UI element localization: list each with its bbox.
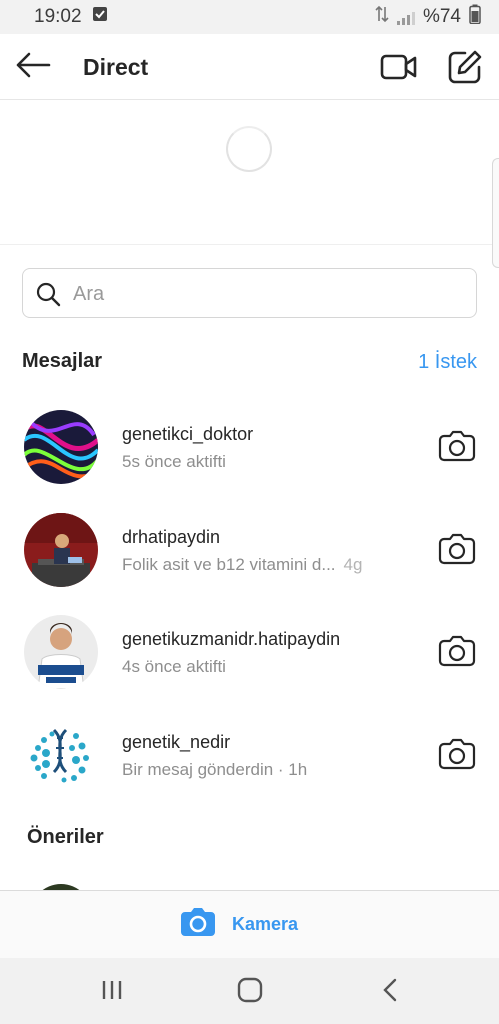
- check-notification-icon: [92, 6, 108, 28]
- data-transfer-icon: [375, 5, 389, 29]
- system-back-button[interactable]: [378, 977, 402, 1003]
- camera-icon: [438, 635, 476, 671]
- camera-filled-icon: [180, 907, 216, 942]
- search-box[interactable]: [22, 268, 477, 318]
- compose-button[interactable]: [446, 48, 484, 86]
- camera-bar: Kamera: [0, 890, 499, 958]
- scroll-handle[interactable]: [492, 158, 499, 268]
- camera-button[interactable]: [438, 738, 476, 770]
- compose-icon: [446, 50, 484, 90]
- thread-subtitle: Bir mesaj gönderdin · 1h: [122, 760, 308, 779]
- requests-link[interactable]: 1 İstek: [418, 351, 477, 374]
- avatar: [24, 513, 98, 587]
- status-left: 19:02: [34, 6, 108, 28]
- camera-button[interactable]: [438, 430, 476, 462]
- status-right: %74: [375, 4, 481, 30]
- video-call-button[interactable]: [380, 51, 418, 83]
- status-time: 19:02: [34, 6, 82, 27]
- recent-apps-button[interactable]: [100, 978, 124, 1002]
- thread-subtitle: Folik asit ve b12 vitamini d... 4g: [122, 555, 363, 574]
- camera-bar-button[interactable]: Kamera: [180, 907, 298, 942]
- thread-row[interactable]: genetikci_doktor 5s önce aktifti: [0, 402, 499, 502]
- thread-row[interactable]: genetik_nedir Bir mesaj gönderdin · 1h: [0, 710, 499, 810]
- camera-icon: [438, 430, 476, 466]
- messages-heading: Mesajlar: [22, 350, 103, 372]
- loading-area: [0, 100, 499, 245]
- camera-bar-label: Kamera: [232, 914, 299, 934]
- loading-spinner-icon: [226, 126, 272, 172]
- home-icon: [236, 977, 264, 1008]
- thread-username: genetikci_doktor: [122, 424, 254, 444]
- chevron-left-icon: [378, 978, 402, 1007]
- thread-username: genetikuzmanidr.hatipaydin: [122, 629, 341, 649]
- back-arrow-icon: [15, 51, 51, 84]
- page-title: Direct: [83, 54, 149, 80]
- system-nav-bar: [0, 958, 499, 1024]
- home-button[interactable]: [236, 976, 264, 1004]
- camera-icon: [438, 738, 476, 774]
- battery-icon: [469, 4, 481, 30]
- thread-subtitle: 5s önce aktifti: [122, 452, 226, 471]
- back-button[interactable]: [14, 49, 52, 85]
- search-icon: [35, 281, 61, 307]
- app-header: Direct: [0, 34, 499, 100]
- camera-button[interactable]: [438, 635, 476, 667]
- thread-row[interactable]: drhatipaydin Folik asit ve b12 vitamini …: [0, 505, 499, 605]
- avatar: [24, 615, 98, 689]
- suggestions-heading: Öneriler: [27, 826, 104, 848]
- signal-icon: [396, 9, 415, 25]
- thread-time: 4g: [343, 555, 363, 574]
- search-input[interactable]: [73, 279, 463, 309]
- thread-subtitle: 4s önce aktifti: [122, 657, 226, 676]
- thread-username: genetik_nedir: [122, 732, 231, 752]
- battery-percent: %74: [422, 6, 461, 27]
- thread-username: drhatipaydin: [122, 527, 221, 547]
- thread-row[interactable]: genetikuzmanidr.hatipaydin 4s önce aktif…: [0, 607, 499, 707]
- recent-apps-icon: [100, 981, 124, 1006]
- avatar: [24, 718, 98, 792]
- avatar: [24, 410, 98, 484]
- status-bar: 19:02 %74: [0, 0, 499, 34]
- video-call-icon: [380, 54, 418, 87]
- camera-icon: [438, 533, 476, 569]
- camera-button[interactable]: [438, 533, 476, 565]
